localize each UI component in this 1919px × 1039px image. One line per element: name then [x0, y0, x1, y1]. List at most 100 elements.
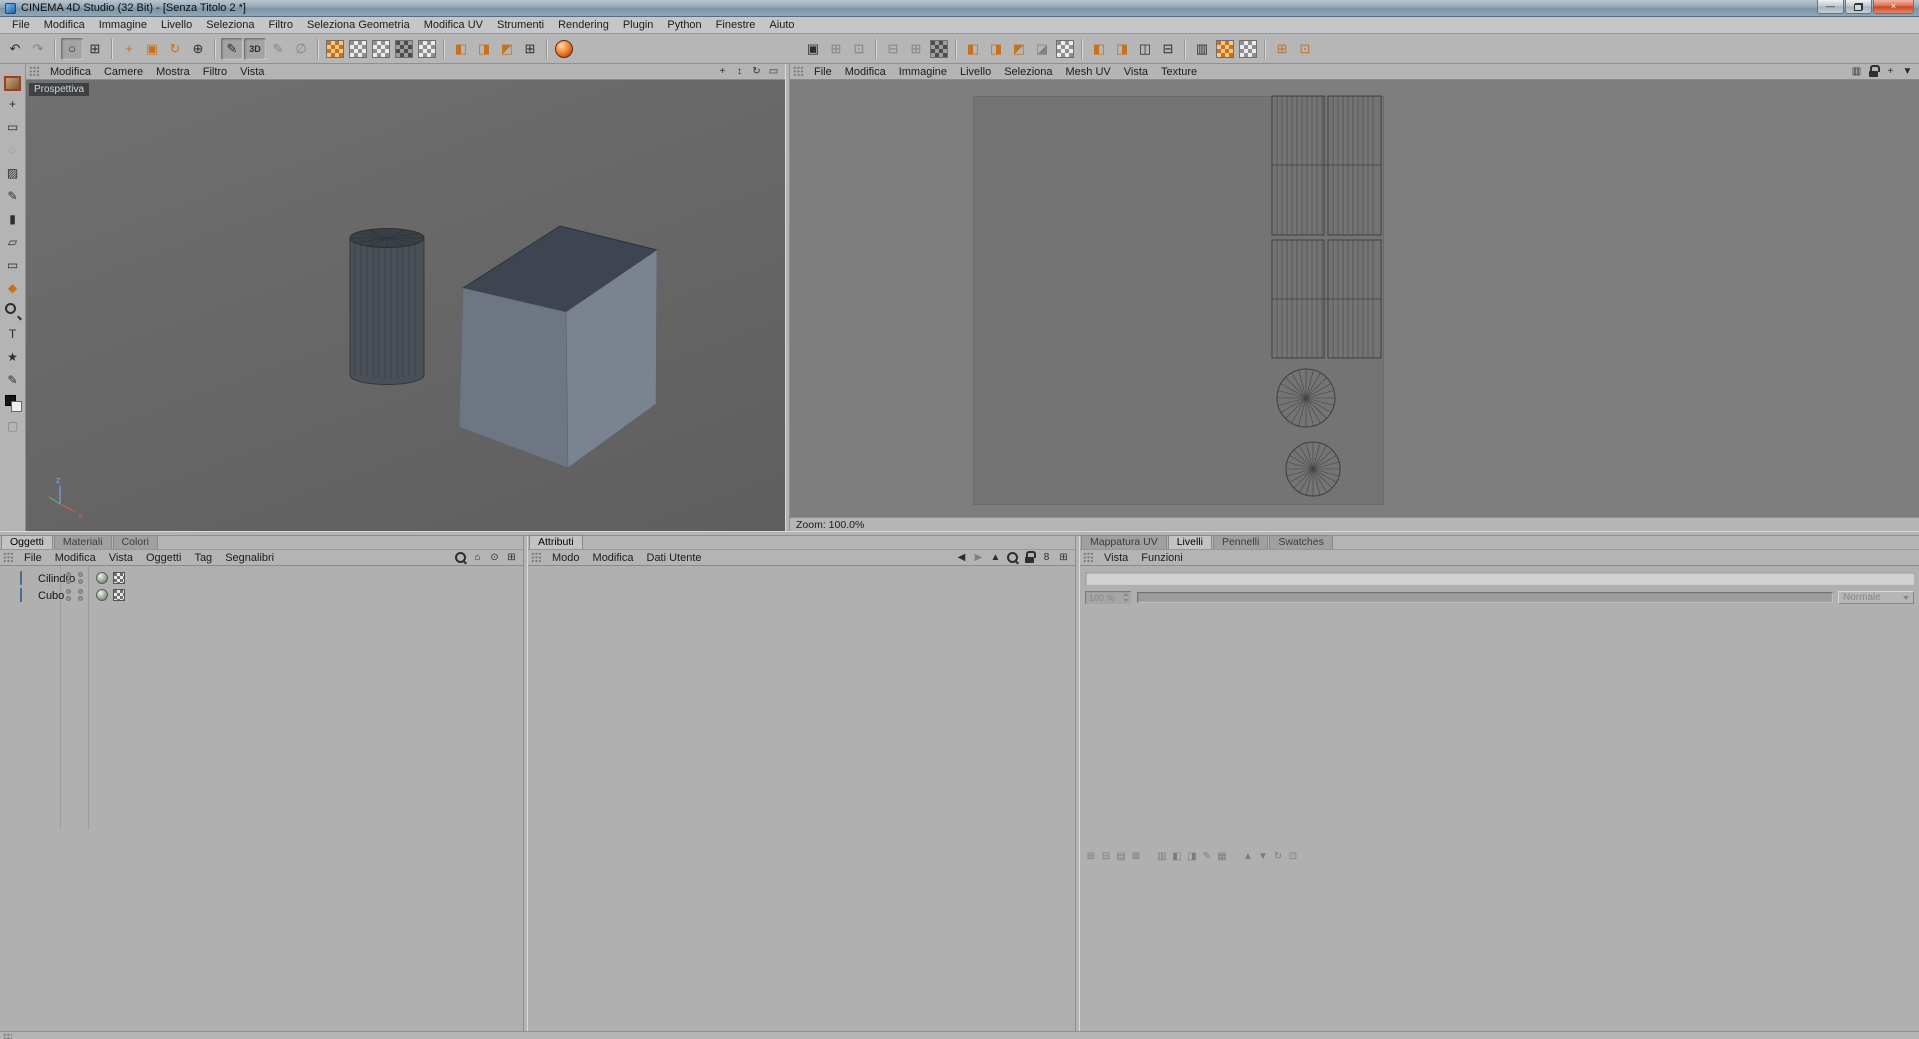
close-button[interactable]: ×: [1873, 0, 1914, 14]
layer-settings-icon[interactable]: ⊡: [1286, 849, 1300, 863]
raybrush-icon[interactable]: [418, 39, 436, 58]
merge-down-icon[interactable]: ▥: [1155, 849, 1169, 863]
projection-paint-icon[interactable]: [395, 39, 413, 58]
viewport-view-label[interactable]: Prospettiva: [29, 83, 90, 96]
uv-menu-item[interactable]: Livello: [954, 66, 997, 78]
render-visibility-dot[interactable]: [78, 579, 83, 584]
layer-opacity-stepper[interactable]: 100 %: [1085, 591, 1131, 604]
menu-item[interactable]: Python: [660, 18, 708, 32]
uv-menu-item[interactable]: File: [808, 66, 838, 78]
objects-menu-item[interactable]: Segnalibri: [219, 552, 280, 564]
no-paint-icon[interactable]: ∅: [290, 38, 312, 60]
objects-menu-item[interactable]: Modifica: [49, 552, 102, 564]
uv-lock-icon[interactable]: [1866, 64, 1881, 79]
fill-bucket-icon[interactable]: ◆: [3, 278, 23, 298]
rect-selection-icon[interactable]: ▭: [3, 117, 23, 137]
menu-item[interactable]: Plugin: [616, 18, 661, 32]
objects-menu-item[interactable]: Tag: [188, 552, 218, 564]
move-layer-down-icon[interactable]: ▼: [1256, 849, 1270, 863]
move-tool-icon[interactable]: +: [118, 38, 140, 60]
new-layer-icon[interactable]: ⊞: [1084, 849, 1098, 863]
new-folder-icon[interactable]: ⊟: [1099, 849, 1113, 863]
search-icon[interactable]: [453, 550, 468, 565]
uv-layout-b-icon[interactable]: ◨: [1111, 38, 1133, 60]
add-panel-icon[interactable]: ⊞: [504, 550, 519, 565]
tab[interactable]: Materiali: [53, 535, 112, 549]
uv-rotate-icon[interactable]: ◩: [1008, 38, 1030, 60]
restore-button[interactable]: [1845, 0, 1872, 14]
uv-checkerboard-icon[interactable]: [930, 39, 948, 58]
editor-visibility-dot[interactable]: [66, 572, 71, 577]
object-tree[interactable]: Cilindro Cubo: [0, 566, 523, 1031]
toggle-view-icon[interactable]: ▭: [766, 64, 781, 79]
uv-menu-item[interactable]: Seleziona: [998, 66, 1058, 78]
attributes-menu-item[interactable]: Dati Utente: [641, 552, 708, 564]
menu-item[interactable]: File: [5, 18, 37, 32]
uv-relax-icon[interactable]: [1216, 39, 1234, 58]
viewport-canvas[interactable]: Prospettiva z x: [26, 80, 785, 531]
lock-icon[interactable]: [1022, 550, 1037, 565]
uv-menu-item[interactable]: Immagine: [893, 66, 953, 78]
blend-mode-select[interactable]: Normale: [1838, 591, 1914, 604]
layer-name-field[interactable]: [1085, 572, 1914, 585]
uv-select-all-icon[interactable]: ⊞: [905, 38, 927, 60]
menu-item[interactable]: Immagine: [92, 18, 154, 32]
uv-apply-icon[interactable]: ⊞: [1271, 38, 1293, 60]
panel-drag-handle[interactable]: [3, 1032, 12, 1039]
coordinate-system-icon[interactable]: ⊕: [187, 38, 209, 60]
color-swatch-icon[interactable]: [3, 393, 23, 413]
titlebar[interactable]: CINEMA 4D Studio (32 Bit) - [Senza Titol…: [0, 0, 1919, 17]
empty-slot-icon[interactable]: ▢: [3, 416, 23, 436]
pan-view-icon[interactable]: +: [715, 64, 730, 79]
texture-tag-icon[interactable]: [113, 572, 125, 584]
viewport-menu-item[interactable]: Camere: [98, 66, 149, 78]
uv-menu-item[interactable]: Vista: [1118, 66, 1154, 78]
lasso-selection-icon[interactable]: ◌: [3, 140, 23, 160]
editor-visibility-dot[interactable]: [78, 589, 83, 594]
texture-tag-icon[interactable]: [113, 589, 125, 601]
menu-item[interactable]: Modifica UV: [417, 18, 490, 32]
layer-effect-icon[interactable]: ✎: [1200, 849, 1214, 863]
render-visibility-dot[interactable]: [66, 579, 71, 584]
live-selection-icon[interactable]: ○: [61, 37, 83, 60]
transform-tool-icon[interactable]: +: [3, 94, 23, 114]
paint-setup-wizard-icon[interactable]: [326, 39, 344, 58]
alpha-channel-icon[interactable]: ◨: [1185, 849, 1199, 863]
object-name[interactable]: Cubo: [38, 590, 64, 602]
uv-select-connected-icon[interactable]: ⊟: [882, 38, 904, 60]
menu-item[interactable]: Strumenti: [490, 18, 551, 32]
search-icon[interactable]: [1005, 550, 1020, 565]
menu-item[interactable]: Finestre: [709, 18, 763, 32]
editor-visibility-dot[interactable]: [78, 572, 83, 577]
rotate-view-icon[interactable]: ↻: [749, 64, 764, 79]
text-tool-icon[interactable]: T: [3, 324, 23, 344]
filter-visibility-icon[interactable]: ⊙: [487, 550, 502, 565]
panel-drag-handle[interactable]: [1083, 552, 1094, 563]
uv-info-icon[interactable]: ▥: [1849, 64, 1864, 79]
uv-edge-mode-icon[interactable]: ⊞: [825, 38, 847, 60]
menu-item[interactable]: Seleziona Geometria: [300, 18, 417, 32]
object-row[interactable]: Cubo: [0, 587, 523, 604]
menu-item[interactable]: Aiuto: [762, 18, 801, 32]
viewport-menu-item[interactable]: Vista: [234, 66, 270, 78]
layer-mask-icon[interactable]: ◧: [1170, 849, 1184, 863]
layout-columns-icon[interactable]: ◧: [450, 38, 472, 60]
uv-menu-item[interactable]: Texture: [1155, 66, 1203, 78]
uv-layout-a-icon[interactable]: ◧: [1088, 38, 1110, 60]
projection-3d-icon[interactable]: 3D: [244, 37, 266, 60]
phong-tag-icon[interactable]: [96, 572, 108, 584]
move-layer-up-icon[interactable]: ▲: [1241, 849, 1255, 863]
undo-icon[interactable]: ↶: [4, 38, 26, 60]
tab[interactable]: Colori: [112, 535, 158, 549]
adjustment-icon[interactable]: ▦: [1215, 849, 1229, 863]
brush-preview-icon[interactable]: [4, 76, 21, 91]
uv-layout-c-icon[interactable]: ◫: [1134, 38, 1156, 60]
uv-polygon-mode-icon[interactable]: ⊡: [848, 38, 870, 60]
uv-pack-icon[interactable]: [1239, 39, 1257, 58]
forward-icon[interactable]: ▶: [971, 550, 986, 565]
dolly-view-icon[interactable]: ↕: [732, 64, 747, 79]
panel-menu-icon[interactable]: ▼: [1900, 64, 1915, 79]
objects-menu-item[interactable]: File: [18, 552, 48, 564]
attributes-menu-item[interactable]: Modifica: [587, 552, 640, 564]
uv-bake-icon[interactable]: ⊡: [1294, 38, 1316, 60]
